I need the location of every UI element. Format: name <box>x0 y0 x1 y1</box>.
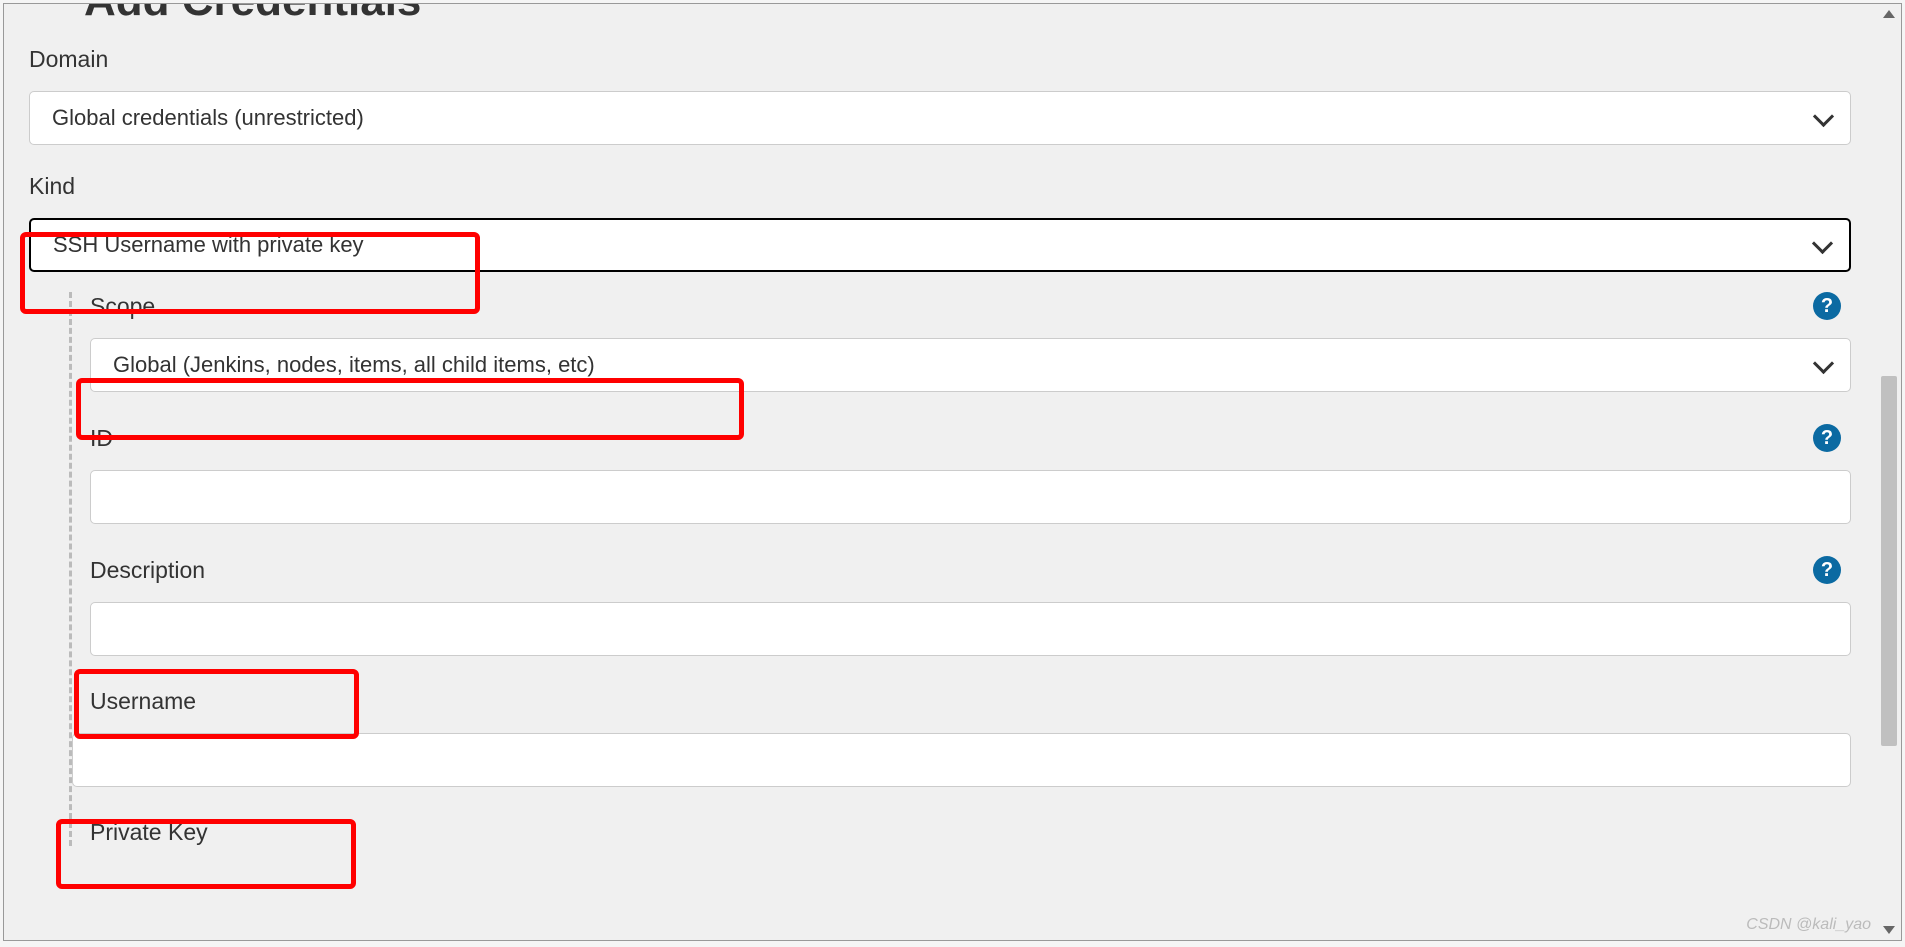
scroll-down-icon[interactable] <box>1883 926 1895 934</box>
id-label: ID <box>90 425 113 452</box>
description-label-row: Description ? <box>90 556 1851 584</box>
username-input[interactable] <box>72 733 1851 787</box>
id-label-row: ID ? <box>90 424 1851 452</box>
kind-label: Kind <box>29 173 1851 200</box>
chevron-down-icon <box>1814 112 1832 124</box>
content-area: Add Credentials Domain Global credential… <box>4 4 1901 940</box>
watermark-text: CSDN @kali_yao <box>1746 916 1871 934</box>
id-field-group: ID ? <box>72 424 1851 524</box>
domain-select-value: Global credentials (unrestricted) <box>52 105 364 131</box>
main-container: Add Credentials Domain Global credential… <box>3 3 1902 941</box>
scroll-up-icon[interactable] <box>1883 10 1895 18</box>
credentials-form: Domain Global credentials (unrestricted)… <box>4 36 1876 846</box>
help-icon[interactable]: ? <box>1813 556 1841 584</box>
kind-select[interactable]: SSH Username with private key <box>29 218 1851 272</box>
scope-label: Scope <box>90 293 155 320</box>
username-label: Username <box>90 688 196 715</box>
description-label: Description <box>90 557 205 584</box>
scope-field-group: Scope ? Global (Jenkins, nodes, items, a… <box>72 292 1851 392</box>
scrollbar-track[interactable] <box>1879 6 1899 938</box>
scrollbar-thumb[interactable] <box>1881 376 1897 746</box>
kind-select-value: SSH Username with private key <box>53 232 364 258</box>
chevron-down-icon <box>1813 239 1831 251</box>
username-field-group: Username <box>72 688 1851 787</box>
domain-field-group: Domain Global credentials (unrestricted) <box>29 46 1851 145</box>
description-field-group: Description ? <box>72 556 1851 656</box>
private-key-label-row: Private Key <box>90 819 1851 846</box>
scope-label-row: Scope ? <box>90 292 1851 320</box>
scope-select-value: Global (Jenkins, nodes, items, all child… <box>113 352 595 378</box>
domain-label: Domain <box>29 46 1851 73</box>
private-key-field-group: Private Key <box>72 819 1851 846</box>
id-input[interactable] <box>90 470 1851 524</box>
help-icon[interactable]: ? <box>1813 424 1841 452</box>
kind-field-group: Kind SSH Username with private key <box>29 173 1851 272</box>
username-label-row: Username <box>72 688 1851 715</box>
description-input[interactable] <box>90 602 1851 656</box>
scope-select[interactable]: Global (Jenkins, nodes, items, all child… <box>90 338 1851 392</box>
chevron-down-icon <box>1814 359 1832 371</box>
private-key-label: Private Key <box>90 819 208 846</box>
help-icon[interactable]: ? <box>1813 292 1841 320</box>
kind-nested-fields: Scope ? Global (Jenkins, nodes, items, a… <box>69 292 1851 846</box>
page-title: Add Credentials <box>4 4 1876 36</box>
domain-select[interactable]: Global credentials (unrestricted) <box>29 91 1851 145</box>
